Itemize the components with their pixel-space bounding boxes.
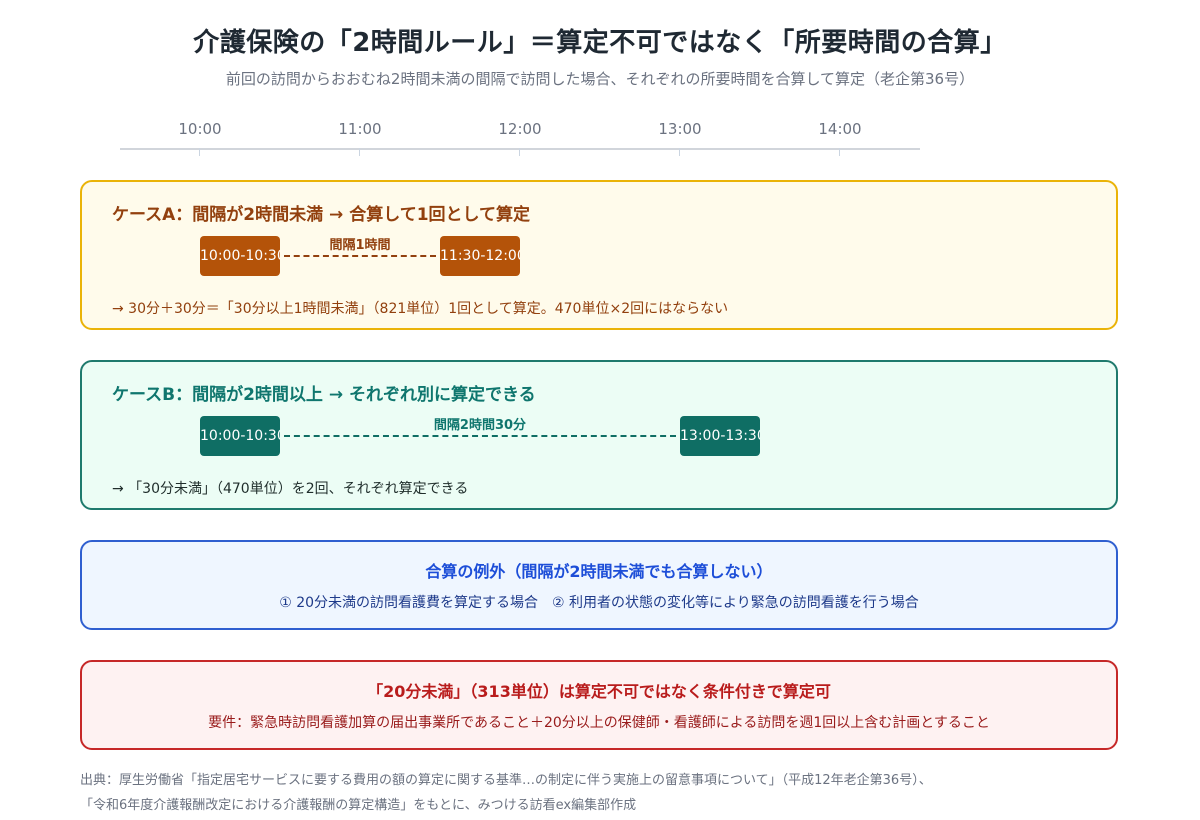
case-a-card: ケースA：間隔が2時間未満 → 合算して1回として算定 10:00-10:30 … — [80, 180, 1118, 330]
source-line-1: 出典：厚生労働省「指定居宅サービスに要する費用の額の算定に関する基準…の制定に伴… — [80, 773, 932, 788]
timeline-axis: 10:00 11:00 12:00 13:00 14:00 — [120, 120, 920, 160]
case-b-gap-line — [284, 435, 676, 437]
timeline-tick-mark — [199, 148, 200, 156]
under20-card: 「20分未満」（313単位）は算定不可ではなく条件付きで算定可 要件：緊急時訪問… — [80, 660, 1118, 750]
timeline-tick-label: 12:00 — [498, 120, 542, 138]
timeline-tick-label: 13:00 — [658, 120, 702, 138]
timeline-tick-mark — [839, 148, 840, 156]
case-b-title: ケースB：間隔が2時間以上 → それぞれ別に算定できる — [112, 385, 536, 405]
under20-text: 要件：緊急時訪問看護加算の届出事業所であること＋20分以上の保健師・看護師による… — [208, 715, 990, 731]
source-line-2: 「令和6年度介護報酬改定における介護報酬の算定構造」をもとに、みつける訪看ex編… — [80, 798, 637, 813]
case-a-visit-1: 10:00-10:30 — [200, 236, 280, 276]
timeline-tick-1300: 13:00 — [650, 120, 710, 156]
timeline-tick-label: 11:00 — [338, 120, 382, 138]
page-subtitle: 前回の訪問からおおむね2時間未満の間隔で訪問した場合、それぞれの所要時間を合算し… — [225, 70, 975, 88]
case-b-gap-label: 間隔2時間30分 — [433, 418, 527, 433]
timeline-tick-label: 10:00 — [178, 120, 222, 138]
timeline-tick-1000: 10:00 — [170, 120, 230, 156]
case-b-visit-1: 10:00-10:30 — [200, 416, 280, 456]
timeline-line — [120, 148, 920, 150]
exception-card: 合算の例外（間隔が2時間未満でも合算しない） ① 20分未満の訪問看護費を算定す… — [80, 540, 1118, 630]
case-b-note: → 「30分未満」（470単位）を2回、それぞれ算定できる — [112, 481, 469, 497]
case-a-visit-2: 11:30-12:00 — [440, 236, 520, 276]
case-a-gap-label: 間隔1時間 — [329, 238, 391, 253]
timeline-tick-1200: 12:00 — [490, 120, 550, 156]
under20-title: 「20分未満」（313単位）は算定不可ではなく条件付きで算定可 — [367, 682, 831, 701]
case-b-visit-2: 13:00-13:30 — [680, 416, 760, 456]
case-b-card: ケースB：間隔が2時間以上 → それぞれ別に算定できる 10:00-10:30 … — [80, 360, 1118, 510]
timeline-tick-mark — [519, 148, 520, 156]
timeline-tick-label: 14:00 — [818, 120, 862, 138]
page-title: 介護保険の「2時間ルール」＝算定不可ではなく「所要時間の合算」 — [193, 28, 1007, 58]
exception-title: 合算の例外（間隔が2時間未満でも合算しない） — [425, 562, 773, 581]
case-a-title: ケースA：間隔が2時間未満 → 合算して1回として算定 — [112, 205, 531, 225]
case-a-note: → 30分＋30分＝「30分以上1時間未満」（821単位）1回として算定。470… — [112, 301, 729, 317]
timeline-tick-mark — [359, 148, 360, 156]
timeline-tick-1400: 14:00 — [810, 120, 870, 156]
timeline-tick-mark — [679, 148, 680, 156]
timeline-tick-1100: 11:00 — [330, 120, 390, 156]
source-note: 出典：厚生労働省「指定居宅サービスに要する費用の額の算定に関する基準…の制定に伴… — [80, 768, 932, 818]
exception-text: ① 20分未満の訪問看護費を算定する場合 ② 利用者の状態の変化等により緊急の訪… — [279, 595, 919, 611]
case-a-gap-line — [284, 255, 436, 257]
